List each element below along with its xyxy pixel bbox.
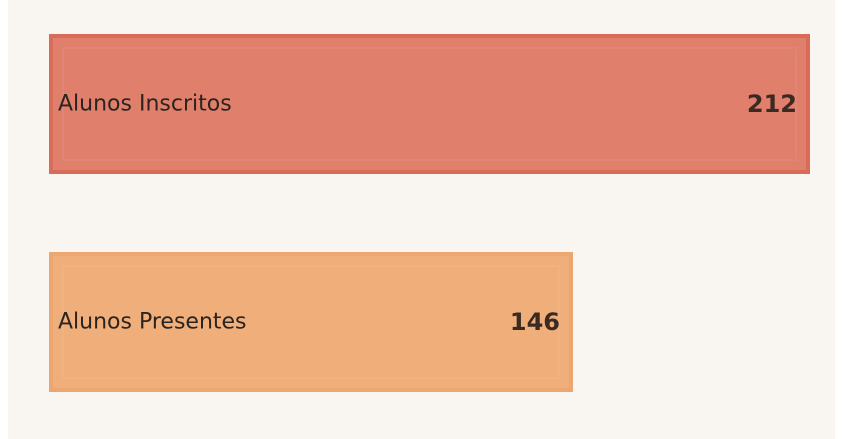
chart-panel: Alunos Inscritos 212 Alunos Presentes 14…: [8, 0, 835, 439]
bar-label: Alunos Presentes: [58, 309, 247, 335]
bar-label: Alunos Inscritos: [58, 91, 232, 117]
bar-value: 212: [746, 90, 797, 118]
bar-alunos-presentes: Alunos Presentes 146: [49, 252, 573, 392]
bar-alunos-inscritos: Alunos Inscritos 212: [49, 34, 810, 174]
bar-value: 146: [509, 308, 560, 336]
